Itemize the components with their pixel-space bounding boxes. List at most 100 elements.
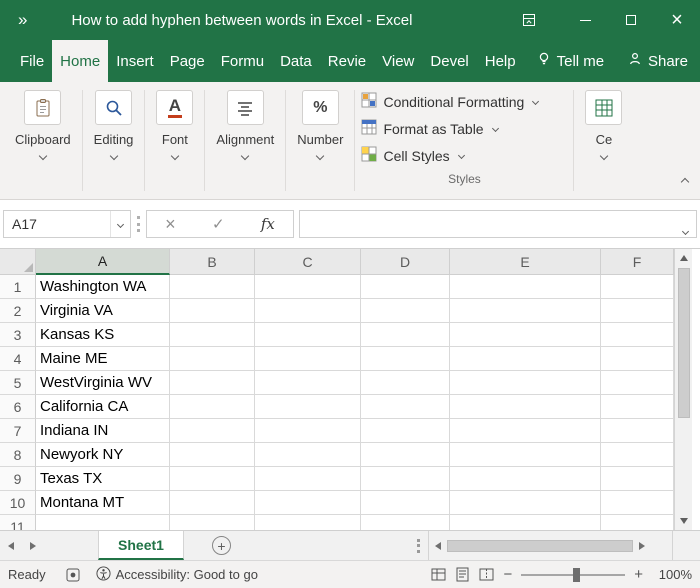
cell-B3[interactable] bbox=[170, 323, 255, 347]
cell-C2[interactable] bbox=[255, 299, 361, 323]
cell-A11[interactable] bbox=[36, 515, 170, 530]
tab-review[interactable]: Revie bbox=[320, 40, 374, 82]
cell-C11[interactable] bbox=[255, 515, 361, 530]
ribbon-group-editing[interactable]: Editing bbox=[83, 88, 145, 161]
name-box-dropdown-icon[interactable] bbox=[110, 211, 130, 237]
row-header-7[interactable]: 7 bbox=[0, 419, 36, 443]
quick-access-toolbar-icon[interactable]: » bbox=[18, 10, 27, 30]
cell-C5[interactable] bbox=[255, 371, 361, 395]
zoom-level[interactable]: 100% bbox=[652, 567, 692, 582]
column-header-A[interactable]: A bbox=[36, 249, 170, 275]
zoom-slider[interactable] bbox=[521, 574, 625, 576]
cell-E7[interactable] bbox=[450, 419, 601, 443]
cell-A2[interactable]: Virginia VA bbox=[36, 299, 170, 323]
cancel-icon[interactable] bbox=[165, 214, 176, 235]
vertical-scrollbar[interactable] bbox=[674, 249, 692, 530]
cell-E9[interactable] bbox=[450, 467, 601, 491]
cell-F1[interactable] bbox=[601, 275, 674, 299]
page-layout-view-icon[interactable] bbox=[455, 567, 470, 582]
cell-E10[interactable] bbox=[450, 491, 601, 515]
cell-F10[interactable] bbox=[601, 491, 674, 515]
cell-D2[interactable] bbox=[361, 299, 450, 323]
formula-bar-splitter[interactable] bbox=[137, 216, 140, 232]
share-button[interactable]: Share bbox=[619, 40, 700, 82]
cell-E4[interactable] bbox=[450, 347, 601, 371]
ribbon-group-cells[interactable]: Ce bbox=[574, 88, 633, 161]
new-sheet-button[interactable] bbox=[212, 536, 231, 555]
cell-F2[interactable] bbox=[601, 299, 674, 323]
scroll-right-icon[interactable] bbox=[633, 542, 651, 550]
cell-C6[interactable] bbox=[255, 395, 361, 419]
cell-E8[interactable] bbox=[450, 443, 601, 467]
row-header-6[interactable]: 6 bbox=[0, 395, 36, 419]
cell-F5[interactable] bbox=[601, 371, 674, 395]
conditional-formatting-button[interactable]: Conditional Formatting bbox=[361, 88, 567, 115]
cell-A4[interactable]: Maine ME bbox=[36, 347, 170, 371]
cell-B10[interactable] bbox=[170, 491, 255, 515]
zoom-slider-thumb[interactable] bbox=[573, 568, 580, 582]
cell-B2[interactable] bbox=[170, 299, 255, 323]
cell-D3[interactable] bbox=[361, 323, 450, 347]
insert-function-button[interactable]: fx bbox=[261, 215, 275, 233]
cell-B8[interactable] bbox=[170, 443, 255, 467]
cell-B1[interactable] bbox=[170, 275, 255, 299]
cell-E1[interactable] bbox=[450, 275, 601, 299]
cell-A7[interactable]: Indiana IN bbox=[36, 419, 170, 443]
cell-A1[interactable]: Washington WA bbox=[36, 275, 170, 299]
ribbon-group-font[interactable]: A Font bbox=[145, 88, 204, 161]
ribbon-group-number[interactable]: % Number bbox=[286, 88, 354, 161]
zoom-in-button[interactable]: + bbox=[634, 566, 643, 583]
cell-D4[interactable] bbox=[361, 347, 450, 371]
cell-D7[interactable] bbox=[361, 419, 450, 443]
row-header-9[interactable]: 9 bbox=[0, 467, 36, 491]
cell-B5[interactable] bbox=[170, 371, 255, 395]
column-header-B[interactable]: B bbox=[170, 249, 255, 275]
cell-F9[interactable] bbox=[601, 467, 674, 491]
scroll-up-icon[interactable] bbox=[680, 249, 688, 267]
record-macro-icon[interactable] bbox=[66, 568, 80, 582]
sheet-nav-left-icon[interactable] bbox=[0, 531, 22, 560]
collapse-ribbon-button[interactable] bbox=[682, 172, 688, 190]
cell-C3[interactable] bbox=[255, 323, 361, 347]
vertical-scrollbar-thumb[interactable] bbox=[678, 268, 690, 418]
cell-B4[interactable] bbox=[170, 347, 255, 371]
ribbon-group-clipboard[interactable]: Clipboard bbox=[4, 88, 82, 161]
cell-styles-button[interactable]: Cell Styles bbox=[361, 142, 567, 169]
tab-file[interactable]: File bbox=[12, 40, 52, 82]
tab-home[interactable]: Home bbox=[52, 40, 108, 82]
cell-F4[interactable] bbox=[601, 347, 674, 371]
row-header-11[interactable]: 11 bbox=[0, 515, 36, 530]
zoom-out-button[interactable]: − bbox=[503, 566, 512, 583]
cell-A10[interactable]: Montana MT bbox=[36, 491, 170, 515]
tab-splitter-handle[interactable] bbox=[417, 539, 420, 553]
cell-A6[interactable]: California CA bbox=[36, 395, 170, 419]
horizontal-scrollbar-thumb[interactable] bbox=[447, 540, 633, 552]
cell-B9[interactable] bbox=[170, 467, 255, 491]
format-as-table-button[interactable]: Format as Table bbox=[361, 115, 567, 142]
tab-help[interactable]: Help bbox=[477, 40, 524, 82]
row-header-1[interactable]: 1 bbox=[0, 275, 36, 299]
row-header-8[interactable]: 8 bbox=[0, 443, 36, 467]
cell-D9[interactable] bbox=[361, 467, 450, 491]
cell-A9[interactable]: Texas TX bbox=[36, 467, 170, 491]
cell-F3[interactable] bbox=[601, 323, 674, 347]
column-header-E[interactable]: E bbox=[450, 249, 601, 275]
cell-C4[interactable] bbox=[255, 347, 361, 371]
cell-E3[interactable] bbox=[450, 323, 601, 347]
cell-B11[interactable] bbox=[170, 515, 255, 530]
cell-C10[interactable] bbox=[255, 491, 361, 515]
ribbon-group-alignment[interactable]: Alignment bbox=[205, 88, 285, 161]
expand-formula-bar-icon[interactable] bbox=[683, 221, 688, 239]
cell-B6[interactable] bbox=[170, 395, 255, 419]
accessibility-status[interactable]: Accessibility: Good to go bbox=[96, 566, 258, 584]
tab-developer[interactable]: Devel bbox=[422, 40, 476, 82]
row-header-5[interactable]: 5 bbox=[0, 371, 36, 395]
tab-view[interactable]: View bbox=[374, 40, 422, 82]
page-break-preview-icon[interactable] bbox=[479, 567, 494, 582]
cell-D10[interactable] bbox=[361, 491, 450, 515]
row-header-2[interactable]: 2 bbox=[0, 299, 36, 323]
cell-B7[interactable] bbox=[170, 419, 255, 443]
cell-C1[interactable] bbox=[255, 275, 361, 299]
cell-C8[interactable] bbox=[255, 443, 361, 467]
cell-F8[interactable] bbox=[601, 443, 674, 467]
